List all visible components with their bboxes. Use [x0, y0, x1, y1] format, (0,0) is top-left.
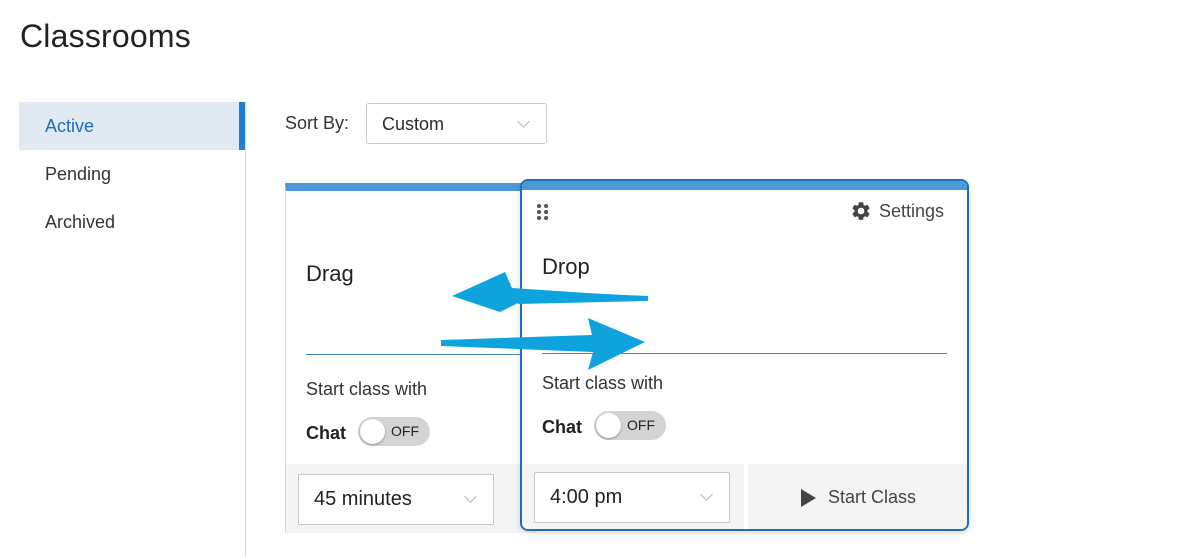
chat-label: Chat [542, 417, 582, 437]
start-class-button[interactable]: Start Class [748, 464, 967, 529]
chevron-down-icon [700, 488, 713, 501]
start-class-label: Start Class [827, 487, 917, 507]
sort-by-select[interactable]: Custom [366, 103, 547, 144]
duration-value: 45 minutes [314, 488, 412, 510]
start-class-with-label: Start class with [542, 373, 664, 393]
card-top-bar [522, 181, 967, 190]
chat-label: Chat [306, 423, 346, 443]
page-title: Classrooms [20, 18, 191, 54]
sidebar-item-pending[interactable]: Pending [19, 150, 245, 198]
chat-toggle[interactable]: OFF [594, 411, 666, 440]
sort-by-value: Custom [382, 114, 445, 134]
sidebar-item-archived[interactable]: Archived [19, 198, 245, 246]
card-footer: 45 minutes [286, 464, 534, 533]
classroom-card-drag[interactable]: Drag Start class with Chat OFF 45 minute… [285, 183, 536, 533]
settings-label: Settings [878, 200, 944, 221]
toggle-knob [596, 413, 621, 438]
start-class-with-label: Start class with [306, 379, 428, 399]
sidebar: Active Pending Archived [0, 102, 246, 557]
toggle-knob [360, 419, 385, 444]
start-time-select[interactable]: 4:00 pm [534, 472, 730, 523]
duration-select[interactable]: 45 minutes [298, 474, 494, 525]
card-title: Drop [542, 254, 590, 279]
chat-toggle[interactable]: OFF [358, 417, 430, 446]
classroom-card-drop[interactable]: Settings Drop Start class with Chat OFF … [520, 179, 969, 531]
drag-handle-icon[interactable] [537, 204, 549, 220]
sort-by-label: Sort By: [285, 113, 350, 133]
sidebar-item-active[interactable]: Active [19, 102, 245, 150]
card-title: Drag [306, 261, 354, 286]
settings-button[interactable]: Settings [850, 200, 944, 222]
card-divider [542, 353, 947, 354]
chevron-down-icon [464, 490, 477, 503]
card-footer: 4:00 pm Start Class [522, 464, 967, 529]
gear-icon [852, 202, 870, 220]
toggle-state: OFF [391, 423, 419, 439]
play-icon [800, 488, 816, 507]
card-divider [306, 354, 536, 355]
start-time-value: 4:00 pm [550, 486, 623, 508]
toggle-state: OFF [627, 417, 655, 433]
chevron-down-icon [517, 115, 530, 128]
